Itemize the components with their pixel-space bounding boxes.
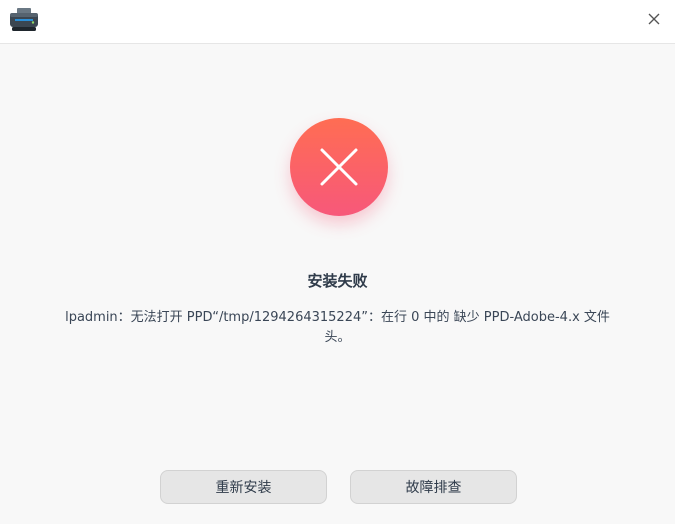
printer-icon (9, 7, 39, 32)
dialog-title: 安装失败 (307, 272, 368, 290)
error-message: lpadmin：无法打开 PPD“/tmp/1294264315224”：在行 … (65, 310, 610, 345)
troubleshoot-button[interactable]: 故障排查 (350, 470, 517, 504)
error-x-icon (290, 118, 388, 216)
reinstall-button[interactable]: 重新安装 (160, 470, 327, 504)
dialog-content: 安装失败 lpadmin：无法打开 PPD“/tmp/1294264315224… (0, 44, 675, 524)
title-bar (0, 0, 675, 44)
close-button[interactable] (642, 7, 666, 31)
close-icon (648, 13, 660, 25)
